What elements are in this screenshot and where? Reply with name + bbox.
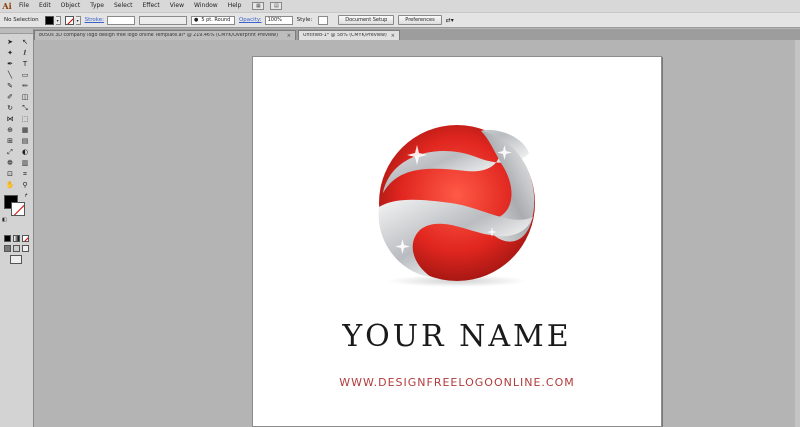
eraser-tool-icon[interactable]: ◫ bbox=[19, 92, 31, 102]
fill-stroke-area: ↱ ◧ bbox=[0, 193, 33, 233]
column-graph-tool-icon[interactable]: ▥ bbox=[19, 158, 31, 168]
width-tool-icon[interactable]: ⋈ bbox=[4, 114, 16, 124]
rectangle-tool-icon[interactable]: ▭ bbox=[19, 70, 31, 80]
document-tab-bar: 8050s 3D company logo design free logo o… bbox=[34, 29, 800, 40]
lasso-tool-icon[interactable]: ℓ bbox=[19, 48, 31, 58]
menu-type[interactable]: Type bbox=[85, 0, 109, 12]
preferences-button[interactable]: Preferences bbox=[398, 15, 442, 25]
stroke-label[interactable]: Stroke: bbox=[85, 17, 104, 23]
hand-tool-icon[interactable]: ✋ bbox=[4, 180, 16, 190]
menu-select[interactable]: Select bbox=[109, 0, 138, 12]
menu-edit[interactable]: Edit bbox=[34, 0, 56, 12]
menu-window[interactable]: Window bbox=[189, 0, 223, 12]
pen-tool-icon[interactable]: ✒ bbox=[4, 59, 16, 69]
stroke-swatch[interactable] bbox=[11, 202, 25, 216]
symbol-sprayer-tool-icon[interactable]: ❁ bbox=[4, 158, 16, 168]
document-tab-1[interactable]: 8050s 3D company logo design free logo o… bbox=[34, 30, 296, 40]
direct-selection-tool-icon[interactable]: ↖ bbox=[19, 37, 31, 47]
scale-tool-icon[interactable]: ⤡ bbox=[19, 103, 31, 113]
eyedropper-tool-icon[interactable]: ⤢ bbox=[4, 147, 16, 157]
default-colors-icon[interactable]: ◧ bbox=[2, 217, 7, 223]
opacity-label[interactable]: Opacity: bbox=[239, 17, 262, 23]
variable-width-profile-select[interactable] bbox=[138, 15, 187, 25]
blend-tool-icon[interactable]: ◐ bbox=[19, 147, 31, 157]
document-tab-2[interactable]: Untitled-1* @ 58% (CMYK/Preview) × bbox=[298, 30, 400, 40]
color-mode-row bbox=[0, 235, 33, 242]
drawing-mode-row bbox=[0, 245, 33, 252]
arrange-documents-icon[interactable]: ▤ bbox=[270, 2, 283, 10]
brush-name: 5 pt. Round bbox=[201, 17, 231, 23]
free-transform-tool-icon[interactable]: ⬚ bbox=[19, 114, 31, 124]
menu-view[interactable]: View bbox=[165, 0, 189, 12]
control-bar: No Selection ▾ ▾ Stroke: ● 5 pt. Round Op… bbox=[0, 12, 800, 28]
menu-help[interactable]: Help bbox=[223, 0, 247, 12]
bridge-icon[interactable]: ▦ bbox=[252, 2, 265, 10]
line-tool-icon[interactable]: ╲ bbox=[4, 70, 16, 80]
perspective-grid-tool-icon[interactable]: ▦ bbox=[19, 125, 31, 135]
swap-colors-icon[interactable]: ↱ bbox=[24, 193, 28, 199]
type-tool-icon[interactable]: T bbox=[19, 59, 31, 69]
selection-status: No Selection bbox=[4, 17, 39, 23]
draw-normal-icon[interactable] bbox=[4, 245, 11, 252]
blob-brush-tool-icon[interactable]: ✐ bbox=[4, 92, 16, 102]
screen-mode-icon[interactable] bbox=[10, 255, 22, 264]
fill-color-swatch[interactable] bbox=[44, 15, 54, 25]
zoom-tool-icon[interactable]: ⚲ bbox=[19, 180, 31, 190]
mesh-tool-icon[interactable]: ⊞ bbox=[4, 136, 16, 146]
document-tab-2-label: Untitled-1* @ 58% (CMYK/Preview) bbox=[303, 33, 387, 38]
brush-definition-select[interactable]: ● 5 pt. Round bbox=[190, 15, 235, 25]
graphic-style-swatch[interactable] bbox=[318, 15, 329, 25]
fill-dropdown-icon[interactable]: ▾ bbox=[55, 15, 61, 25]
app-logo: Ai bbox=[2, 1, 12, 11]
menu-effect[interactable]: Effect bbox=[138, 0, 165, 12]
menu-file[interactable]: File bbox=[14, 0, 34, 12]
document-setup-button[interactable]: Document Setup bbox=[338, 15, 395, 25]
vertical-scrollbar[interactable] bbox=[795, 40, 800, 427]
none-mode-icon[interactable] bbox=[22, 235, 29, 242]
draw-behind-icon[interactable] bbox=[13, 245, 20, 252]
menu-bar: Ai File Edit Object Type Select Effect V… bbox=[0, 0, 800, 12]
paintbrush-tool-icon[interactable]: ✎ bbox=[4, 81, 16, 91]
shape-builder-tool-icon[interactable]: ⊕ bbox=[4, 125, 16, 135]
magic-wand-tool-icon[interactable]: ✦ bbox=[4, 48, 16, 58]
opacity-field[interactable]: 100% bbox=[264, 15, 293, 25]
logo-sphere[interactable] bbox=[371, 123, 543, 287]
website-text[interactable]: WWW.DESIGNFREELOGOONLINE.COM bbox=[253, 376, 661, 389]
gradient-tool-icon[interactable]: ▤ bbox=[19, 136, 31, 146]
close-icon[interactable]: × bbox=[284, 33, 291, 39]
gradient-mode-icon[interactable] bbox=[13, 235, 20, 242]
close-icon[interactable]: × bbox=[388, 33, 395, 39]
rotate-tool-icon[interactable]: ↻ bbox=[4, 103, 16, 113]
brush-dot-icon: ● bbox=[193, 17, 199, 23]
style-label: Style: bbox=[296, 17, 313, 23]
draw-inside-icon[interactable] bbox=[22, 245, 29, 252]
menu-object[interactable]: Object bbox=[56, 0, 86, 12]
document-tab-1-label: 8050s 3D company logo design free logo o… bbox=[39, 33, 278, 38]
arrange-icon[interactable]: ⇄▾ bbox=[446, 17, 454, 24]
color-mode-icon[interactable] bbox=[4, 235, 11, 242]
artboard-tool-icon[interactable]: ⊡ bbox=[4, 169, 16, 179]
artboard[interactable]: YOUR NAME WWW.DESIGNFREELOGOONLINE.COM bbox=[252, 56, 662, 427]
selection-tool-icon[interactable]: ➤ bbox=[4, 37, 16, 47]
pencil-tool-icon[interactable]: ✏ bbox=[19, 81, 31, 91]
stroke-weight-field[interactable] bbox=[106, 15, 135, 25]
stroke-color-swatch[interactable] bbox=[64, 15, 74, 25]
slice-tool-icon[interactable]: ⌗ bbox=[19, 169, 31, 179]
tools-panel: ➤ ↖ ✦ ℓ ✒ T ╲ ▭ ✎ ✏ ✐ ◫ ↻ ⤡ ⋈ ⬚ ⊕ ▦ ⊞ ▤ … bbox=[0, 29, 34, 427]
brand-name-text[interactable]: YOUR NAME bbox=[253, 319, 661, 354]
stroke-dropdown-icon[interactable]: ▾ bbox=[75, 15, 81, 25]
